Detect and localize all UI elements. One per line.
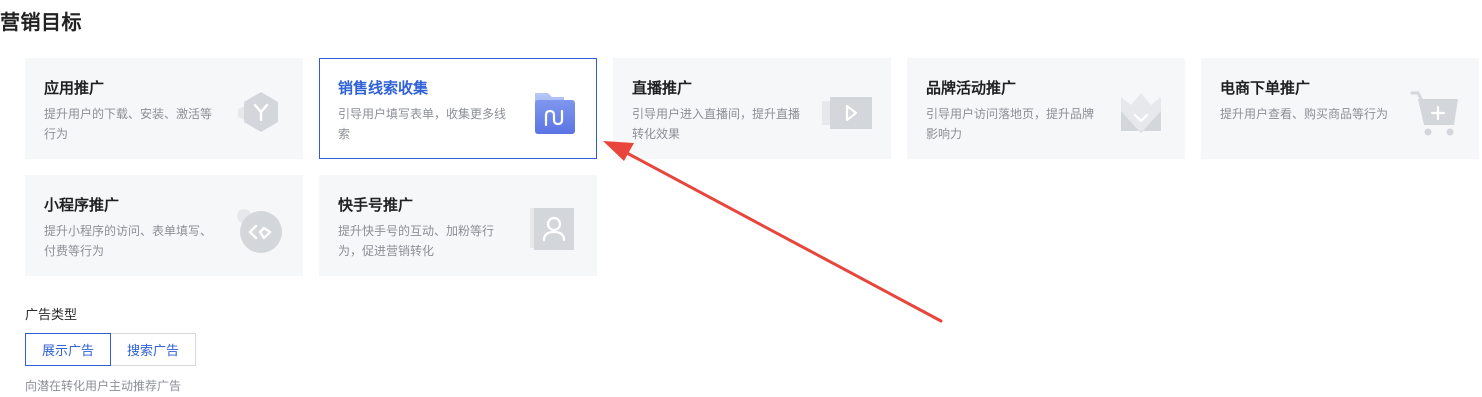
goal-card-app-promotion[interactable]: 应用推广 提升用户的下载、安装、激活等行为 xyxy=(25,58,303,159)
shopping-cart-icon xyxy=(1410,91,1458,136)
goal-card-live-stream[interactable]: 直播推广 引导用户进入直播间，提升直播转化效果 xyxy=(613,58,891,159)
tab-search-ads[interactable]: 搜索广告 xyxy=(111,333,197,366)
goal-card-kuaishou-account[interactable]: 快手号推广 提升快手号的互动、加粉等行为，促进营销转化 xyxy=(319,175,597,276)
card-title: 小程序推广 xyxy=(44,196,120,214)
ad-type-label: 广告类型 xyxy=(25,308,78,323)
card-description: 引导用户访问落地页，提升品牌影响力 xyxy=(926,107,1095,141)
mini-program-icon xyxy=(237,209,282,253)
card-description: 提升用户的下载、安装、激活等行为 xyxy=(44,107,213,141)
marketing-goal-page: 营销目标 应用推广 提升用户的下载、安装、激活等行为 销售线索收集 引导用户填写… xyxy=(0,0,1482,397)
card-title: 直播推广 xyxy=(632,79,693,97)
card-description: 提升用户查看、购买商品等行为 xyxy=(1220,107,1389,121)
tab-display-ads[interactable]: 展示广告 xyxy=(25,333,112,366)
section-title: 营销目标 xyxy=(0,10,82,34)
card-description: 引导用户填写表单，收集更多线索 xyxy=(338,107,507,141)
video-play-icon xyxy=(822,97,872,129)
goal-card-brand-activity[interactable]: 品牌活动推广 引导用户访问落地页，提升品牌影响力 xyxy=(907,58,1185,159)
card-description: 提升小程序的访问、表单填写、付费等行为 xyxy=(44,224,213,258)
crown-icon xyxy=(1121,93,1161,133)
goal-card-mini-program[interactable]: 小程序推广 提升小程序的访问、表单填写、付费等行为 xyxy=(25,175,303,276)
folder-icon xyxy=(535,93,575,134)
goal-card-ecommerce-order[interactable]: 电商下单推广 提升用户查看、购买商品等行为 xyxy=(1201,58,1479,159)
card-title: 快手号推广 xyxy=(338,196,414,214)
ad-type-tabs: 展示广告 搜索广告 xyxy=(25,333,197,366)
app-hexagon-icon xyxy=(238,92,278,132)
card-description: 提升快手号的互动、加粉等行为，促进营销转化 xyxy=(338,224,495,258)
card-title: 电商下单推广 xyxy=(1220,79,1311,97)
card-title: 品牌活动推广 xyxy=(926,79,1017,97)
marketing-goal-grid: 应用推广 提升用户的下载、安装、激活等行为 销售线索收集 引导用户填写表单，收集… xyxy=(25,58,1479,276)
goal-card-sales-leads[interactable]: 销售线索收集 引导用户填写表单，收集更多线索 xyxy=(319,58,597,159)
user-profile-icon xyxy=(530,208,574,250)
card-title: 应用推广 xyxy=(44,79,105,97)
card-title: 销售线索收集 xyxy=(338,79,429,97)
ad-type-hint: 向潜在转化用户主动推荐广告 xyxy=(25,379,182,393)
card-description: 引导用户进入直播间，提升直播转化效果 xyxy=(632,107,801,141)
